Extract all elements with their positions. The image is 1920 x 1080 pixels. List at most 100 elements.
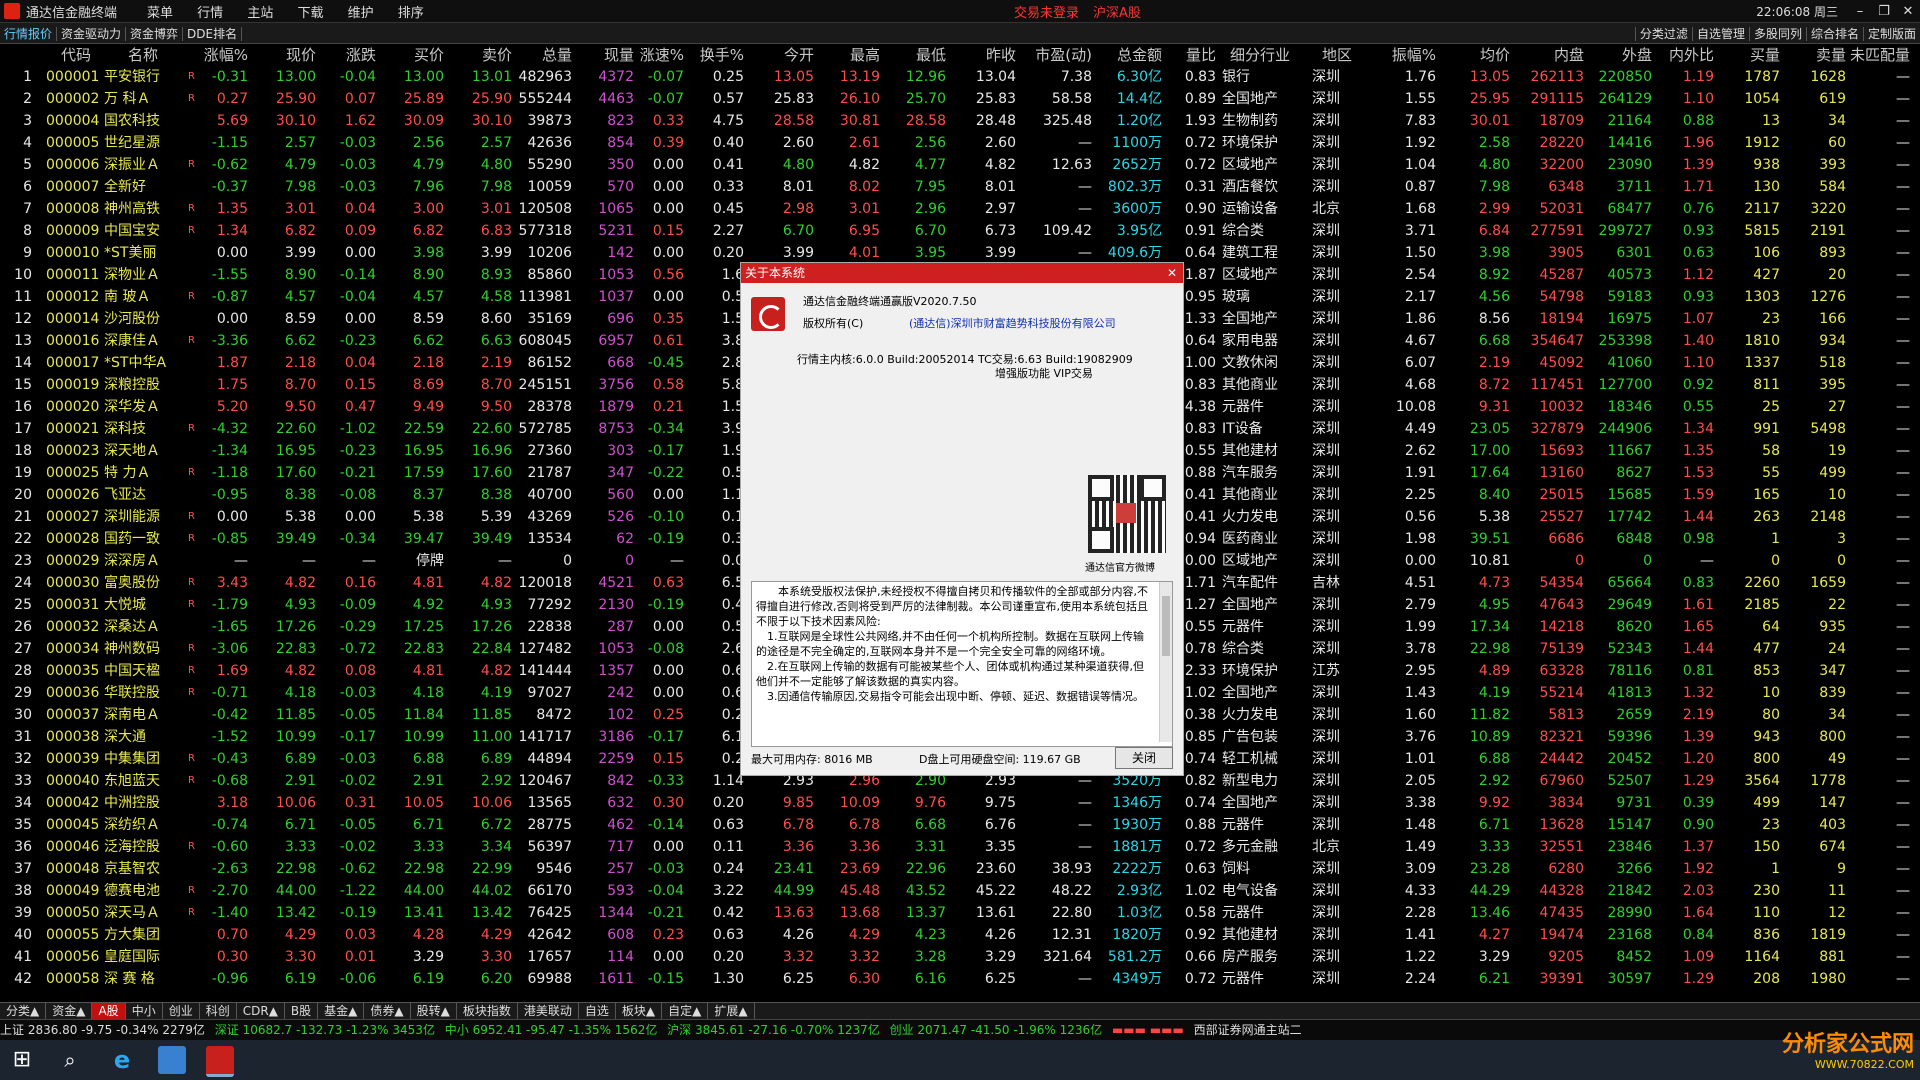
column-header[interactable]: 内盘 [1516, 44, 1584, 66]
table-row[interactable]: 4 000005 世纪星源 -1.15 2.57 -0.03 2.56 2.57 42636 85… [0, 132, 1920, 154]
menu-item[interactable]: 下载 [297, 6, 323, 21]
column-header[interactable]: 现价 [262, 44, 316, 66]
close-button[interactable]: 关闭 [1115, 747, 1173, 769]
index-sh[interactable]: 上证 2836.80 -9.75 -0.34% 2279亿 [0, 1023, 205, 1037]
column-header[interactable]: 外盘 [1584, 44, 1652, 66]
menu-item[interactable]: 排序 [398, 6, 424, 21]
tab-dde-rank[interactable]: DDE排名 [183, 27, 243, 41]
category-tab[interactable]: 科创 [200, 1003, 237, 1019]
restore-icon[interactable]: ❐ [1872, 4, 1896, 19]
tab-custom-layout[interactable]: 定制版面 [1862, 27, 1920, 41]
index-zx[interactable]: 中小 6952.41 -95.47 -1.35% 1562亿 [445, 1023, 658, 1037]
table-row[interactable]: 1 000001 平安银行 R -0.31 13.00 -0.04 13.00 13.01 482… [0, 66, 1920, 88]
category-tab[interactable]: 分类▲ [0, 1003, 47, 1019]
column-header[interactable]: 买价 [388, 44, 444, 66]
tab-ranking[interactable]: 综合排名 [1805, 27, 1863, 41]
table-row[interactable]: 8 000009 中国宝安 R 1.34 6.82 0.09 6.82 6.83 577318 52… [0, 220, 1920, 242]
tab-watchlist[interactable]: 自选管理 [1691, 27, 1749, 41]
category-tab[interactable]: 板块指数 [457, 1003, 518, 1019]
column-header[interactable]: 最高 [822, 44, 880, 66]
category-tab[interactable]: CDR▲ [237, 1003, 285, 1019]
category-tab[interactable]: 基金▲ [318, 1003, 365, 1019]
tab-fund-drive[interactable]: 资金驱动力 [57, 27, 127, 41]
column-header[interactable]: 最低 [888, 44, 946, 66]
menu-item[interactable]: 菜单 [147, 6, 173, 21]
tab-filter[interactable]: 分类过滤 [1634, 27, 1692, 41]
table-row[interactable]: 6 000007 全新好 -0.37 7.98 -0.03 7.96 7.98 10059 570… [0, 176, 1920, 198]
tdx-app-icon[interactable] [206, 1046, 234, 1077]
column-header[interactable]: 地区 [1312, 44, 1362, 66]
company-link[interactable]: (通达信)深圳市财富趋势科技股份有限公司 [909, 315, 1116, 331]
close-icon[interactable]: ✕ [1896, 4, 1920, 19]
license-notice[interactable]: 本系统受版权法保护,未经授权不得擅自拷贝和传播软件的全部或部分内容,不得擅自进行… [751, 581, 1173, 747]
index-sz[interactable]: 深证 10682.7 -132.73 -1.23% 3453亿 [215, 1023, 435, 1037]
category-tab[interactable]: B股 [285, 1003, 319, 1019]
tab-multi-stock[interactable]: 多股同列 [1748, 27, 1806, 41]
notice-scrollbar[interactable] [1159, 582, 1172, 742]
minimize-icon[interactable]: – [1848, 4, 1872, 19]
column-header[interactable]: 昨收 [956, 44, 1016, 66]
tab-quotes[interactable]: 行情报价 [0, 27, 58, 41]
index-cy[interactable]: 创业 2071.47 -41.50 -1.96% 1236亿 [890, 1023, 1103, 1037]
column-header[interactable]: 涨速% [630, 44, 684, 66]
column-header[interactable]: 未匹配量 [1850, 44, 1910, 66]
table-row[interactable]: 41 000056 皇庭国际 0.30 3.30 0.01 3.29 3.30 17657 114… [0, 946, 1920, 968]
app-shortcut-icon[interactable] [158, 1046, 186, 1074]
column-header[interactable]: 换手% [690, 44, 744, 66]
ie-browser-icon[interactable]: e [108, 1046, 136, 1074]
column-header[interactable]: 量比 [1170, 44, 1216, 66]
column-header[interactable]: 今开 [756, 44, 814, 66]
column-header[interactable]: 均价 [1448, 44, 1510, 66]
menu-item[interactable]: 行情 [197, 6, 223, 21]
menu-item[interactable]: 维护 [348, 6, 374, 21]
tab-fund-game[interactable]: 资金博弈 [126, 27, 184, 41]
category-tab[interactable]: 资金▲ [46, 1003, 93, 1019]
server-name[interactable]: 西部证券网通主站二 [1194, 1023, 1302, 1037]
column-header[interactable]: 总金额 [1094, 44, 1162, 66]
table-row[interactable]: 40 000055 方大集团 0.70 4.29 0.03 4.28 4.29 42642 608… [0, 924, 1920, 946]
column-header[interactable]: 买量 [1718, 44, 1780, 66]
category-tab[interactable]: 股转▲ [411, 1003, 457, 1019]
cell-price: 17.25 [403, 619, 444, 635]
column-header[interactable]: 细分行业 [1222, 44, 1298, 66]
cell-price: 4.27 [1478, 927, 1510, 943]
category-tab[interactable]: 板块▲ [616, 1003, 663, 1019]
table-row[interactable]: 9 000010 *ST美丽 0.00 3.99 0.00 3.98 3.99 10206 142… [0, 242, 1920, 264]
windows-start-icon[interactable]: ⊞ [8, 1046, 36, 1074]
table-row[interactable]: 36 000046 泛海控股 R -0.60 3.33 -0.02 3.33 3.34 56397… [0, 836, 1920, 858]
category-tab[interactable]: 港美联动 [518, 1003, 579, 1019]
search-icon[interactable]: ⌕ [56, 1046, 84, 1074]
column-header[interactable]: 总量 [502, 44, 572, 66]
category-tab[interactable]: 创业 [163, 1003, 200, 1019]
trade-login-status[interactable]: 交易未登录 [1014, 2, 1079, 21]
column-header[interactable]: 现量 [578, 44, 634, 66]
column-header[interactable]: 内外比 [1660, 44, 1714, 66]
column-header[interactable]: 市盈(动) [1026, 44, 1092, 66]
table-row[interactable]: 34 000042 中洲控股 3.18 10.06 0.31 10.05 10.06 13565… [0, 792, 1920, 814]
table-row[interactable]: 5 000006 深振业Ａ R -0.62 4.79 -0.03 4.79 4.80 55290 3… [0, 154, 1920, 176]
table-row[interactable]: 39 000050 深天马Ａ R -1.40 13.42 -0.19 13.41 13.42 76… [0, 902, 1920, 924]
column-header[interactable]: 涨幅% [196, 44, 248, 66]
market-selector[interactable]: 沪深A股 [1093, 2, 1141, 21]
table-row[interactable]: 38 000049 德赛电池 R -2.70 44.00 -1.22 44.00 44.02 66… [0, 880, 1920, 902]
dialog-close-icon[interactable]: ✕ [1167, 263, 1177, 283]
column-header[interactable]: 振幅% [1372, 44, 1436, 66]
category-tab[interactable]: 扩展▲ [708, 1003, 755, 1019]
index-hs[interactable]: 沪深 3845.61 -27.16 -0.70% 1237亿 [667, 1023, 880, 1037]
table-row[interactable]: 2 000002 万 科Ａ R 0.27 25.90 0.07 25.89 25.90 55524… [0, 88, 1920, 110]
column-header[interactable]: 卖量 [1786, 44, 1846, 66]
table-row[interactable]: 3 000004 国农科技 5.69 30.10 1.62 30.09 30.10 39873 8… [0, 110, 1920, 132]
table-row[interactable]: 35 000045 深纺织Ａ -0.74 6.71 -0.05 6.71 6.72 28775 4… [0, 814, 1920, 836]
column-header[interactable]: 涨跌 [320, 44, 376, 66]
category-tab[interactable]: 中小 [126, 1003, 163, 1019]
category-tab[interactable]: 债券▲ [364, 1003, 411, 1019]
table-row[interactable]: 7 000008 神州高铁 R 1.35 3.01 0.04 3.00 3.01 120508 10… [0, 198, 1920, 220]
table-row[interactable]: 42 000058 深 赛 格 -0.96 6.19 -0.06 6.19 6.20 69988… [0, 968, 1920, 990]
category-tab[interactable]: 自定▲ [662, 1003, 709, 1019]
table-row[interactable]: 37 000048 京基智农 -2.63 22.98 -0.62 22.98 22.99 954… [0, 858, 1920, 880]
category-tab[interactable]: A股 [92, 1003, 126, 1019]
category-tab[interactable]: 自选 [579, 1003, 616, 1019]
menu-item[interactable]: 主站 [247, 6, 273, 21]
column-header[interactable]: 代码 [46, 44, 106, 66]
column-header[interactable]: 名称 [104, 44, 182, 66]
